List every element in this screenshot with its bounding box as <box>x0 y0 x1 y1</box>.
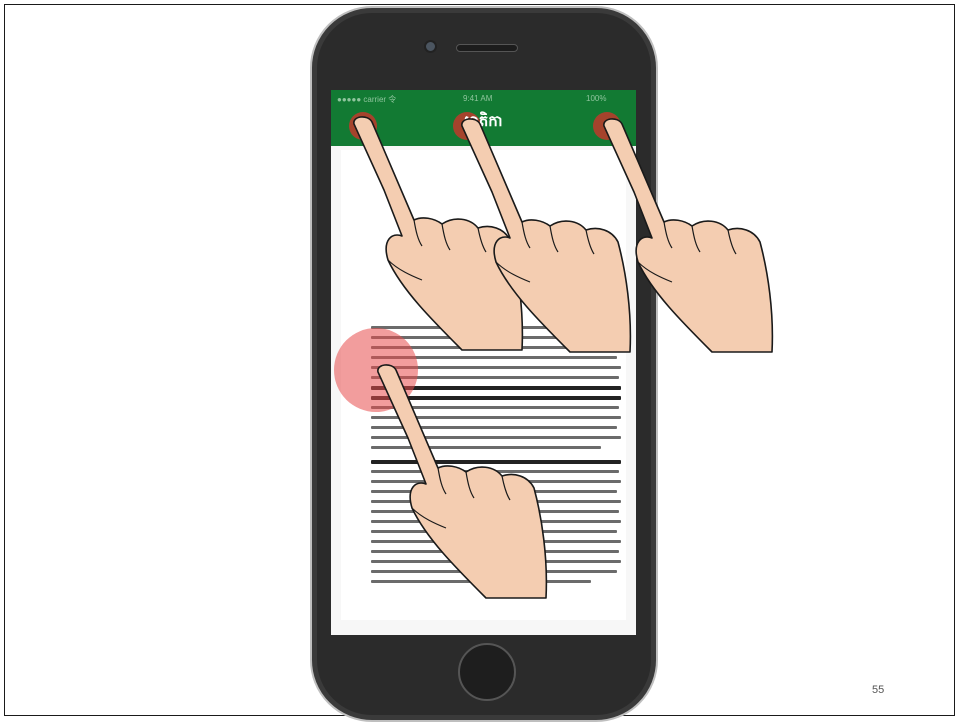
page-number: 55 <box>872 684 885 696</box>
hand-bottom <box>377 364 548 599</box>
hand-top-left <box>353 116 524 351</box>
home-button[interactable] <box>458 643 516 701</box>
pointing-hands-illustration <box>353 116 774 599</box>
